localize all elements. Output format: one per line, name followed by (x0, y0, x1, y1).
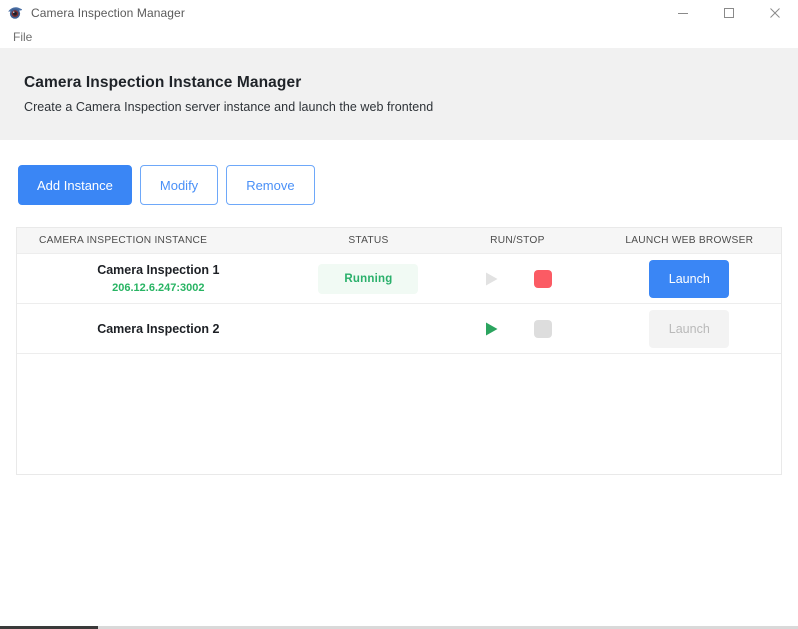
launch-button[interactable]: Launch (649, 259, 730, 298)
status-badge: Running (318, 263, 419, 294)
launch-cell: Launch (598, 309, 781, 348)
run-stop-cell (437, 318, 597, 340)
window-title: Camera Inspection Manager (31, 5, 185, 20)
play-icon[interactable] (480, 318, 502, 340)
instance-status-cell: Running (300, 263, 438, 294)
remove-button[interactable]: Remove (226, 165, 315, 205)
instance-address: 206.12.6.247:3002 (112, 281, 205, 294)
instance-name-cell: Camera Inspection 2 (17, 321, 300, 337)
table-row[interactable]: Camera Inspection 1 206.12.6.247:3002 Ru… (17, 254, 781, 304)
title-bar: Camera Inspection Manager (0, 0, 798, 26)
launch-cell: Launch (598, 259, 781, 298)
instance-name: Camera Inspection 1 (97, 262, 220, 277)
maximize-button[interactable] (706, 0, 752, 26)
column-header-instance: CAMERA INSPECTION INSTANCE (39, 235, 208, 246)
stop-square (534, 269, 553, 288)
page-subtitle: Create a Camera Inspection server instan… (24, 100, 434, 114)
column-header-status: STATUS (348, 235, 389, 246)
close-button[interactable] (752, 0, 798, 26)
menu-item-file[interactable]: File (8, 28, 37, 46)
add-instance-button[interactable]: Add Instance (18, 165, 132, 205)
stop-square (534, 319, 553, 338)
launch-button[interactable]: Launch (649, 309, 730, 348)
instance-table: CAMERA INSPECTION INSTANCE STATUS RUN/ST… (16, 227, 782, 475)
menu-bar: File (0, 26, 798, 48)
modify-button[interactable]: Modify (139, 165, 219, 205)
minimize-button[interactable] (660, 0, 706, 26)
window-controls (660, 0, 798, 26)
table-body: Camera Inspection 1 206.12.6.247:3002 Ru… (17, 254, 781, 474)
app-window: Camera Inspection Manager File Camera In… (0, 0, 798, 629)
column-header-launch: LAUNCH WEB BROWSER (625, 235, 754, 246)
camera-eye-icon (7, 5, 23, 21)
table-row[interactable]: Camera Inspection 2 Launch (17, 304, 781, 354)
action-toolbar: Add Instance Modify Remove (16, 140, 782, 227)
page-title: Camera Inspection Instance Manager (24, 74, 302, 91)
header-band: Camera Inspection Instance Manager Creat… (0, 48, 798, 140)
stop-icon[interactable] (532, 268, 554, 290)
instance-name-cell: Camera Inspection 1 206.12.6.247:3002 (17, 262, 300, 296)
play-icon[interactable] (480, 268, 502, 290)
instance-name: Camera Inspection 2 (97, 321, 220, 336)
run-stop-cell (437, 268, 597, 290)
content-area: Add Instance Modify Remove CAMERA INSPEC… (0, 140, 798, 629)
column-header-run-stop: RUN/STOP (490, 235, 545, 246)
table-header-row: CAMERA INSPECTION INSTANCE STATUS RUN/ST… (17, 228, 781, 254)
stop-icon[interactable] (532, 318, 554, 340)
